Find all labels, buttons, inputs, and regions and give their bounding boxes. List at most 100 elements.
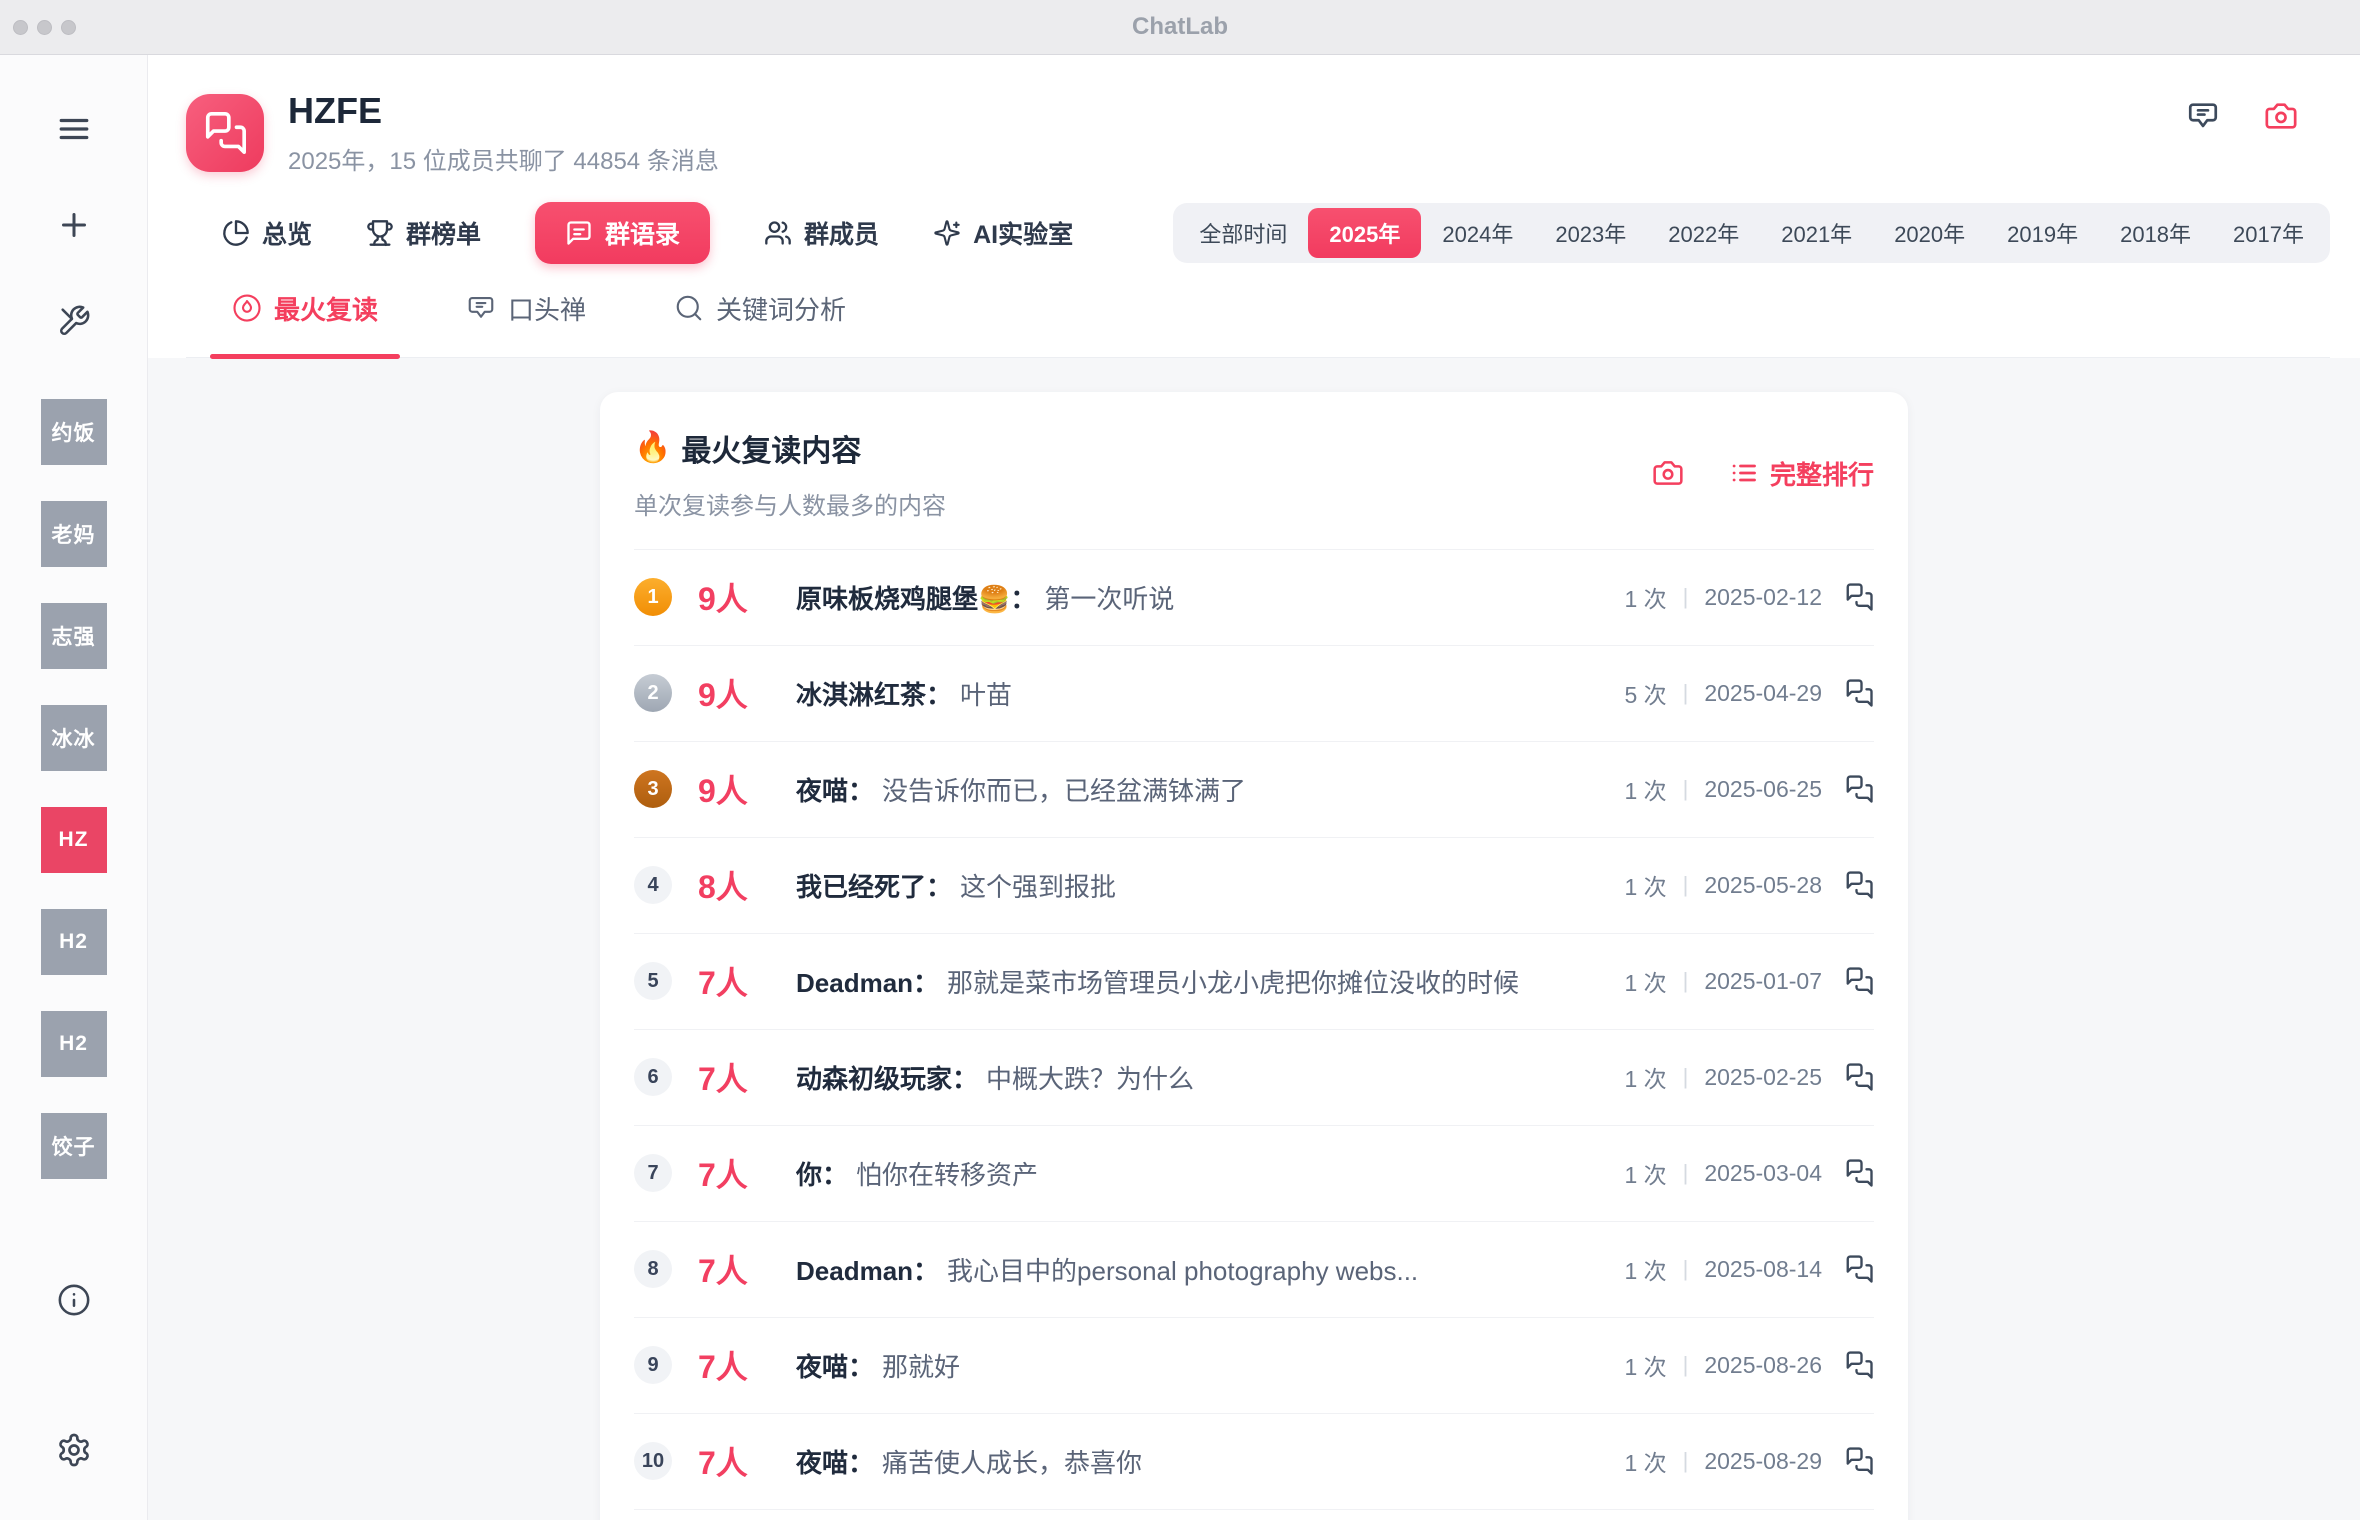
repeat-count: 5 次 [1624,676,1666,710]
year-filter-item[interactable]: 全部时间 [1178,208,1308,258]
card-title: 最火复读内容 [681,426,861,470]
sidebar-chat-avatar[interactable]: 饺子 [41,1113,107,1179]
view-context-button[interactable] [1844,1350,1874,1380]
message-text: 没告诉你而已，已经盆满钵满了 [882,776,1246,806]
ranking-row[interactable]: 6 7人 动森初级玩家：中概大跌？为什么 1 次 | 2025-02-25 [634,1030,1874,1126]
sidebar-chat-avatar[interactable]: HZ [41,807,107,873]
chat-bubbles-icon [1844,774,1874,804]
repeat-date: 2025-05-28 [1704,872,1822,899]
year-filter-item[interactable]: 2023年 [1534,208,1647,258]
speaker-name: 夜喵： [796,1352,874,1382]
sidebar-chat-avatar[interactable]: 冰冰 [41,705,107,771]
chat-bubbles-icon [1844,1446,1874,1476]
ranking-row[interactable]: 4 8人 我已经死了：这个强到报批 1 次 | 2025-05-28 [634,838,1874,934]
tab-quotes[interactable]: 群语录 [535,202,710,264]
subtab-keyword-analysis[interactable]: 关键词分析 [652,290,868,357]
sidebar-chat-avatar[interactable]: 志强 [41,603,107,669]
speaker-name: 我已经死了： [796,872,952,902]
ranking-row[interactable]: 7 7人 你：怕你在转移资产 1 次 | 2025-03-04 [634,1126,1874,1222]
view-context-button[interactable] [1844,774,1874,804]
row-meta: 1 次 | 2025-02-12 [1624,580,1874,614]
full-ranking-link[interactable]: 完整排行 [1730,455,1874,492]
avatar-label: 老妈 [52,519,96,549]
group-name: HZFE [288,91,719,131]
view-context-button[interactable] [1844,1158,1874,1188]
feedback-button[interactable] [2186,99,2220,133]
year-filter-item[interactable]: 2018年 [2099,208,2212,258]
year-filter-item[interactable]: 2021年 [1760,208,1873,258]
quote-subtabs: 最火复读 口头禅 关键词分析 [186,290,2330,358]
rank-badge: 7 [634,1154,672,1192]
quote-bubble-icon [565,219,593,247]
rank-badge: 10 [634,1442,672,1480]
people-count: 7人 [698,1438,774,1484]
quote-text: 原味板烧鸡腿堡🍔：第一次听说 [796,579,1600,616]
speaker-name: 冰淇淋红茶： [796,680,952,710]
ranking-row[interactable]: 2 9人 冰淇淋红茶：叶苗 5 次 | 2025-04-29 [634,646,1874,742]
card-screenshot-button[interactable] [1652,457,1684,489]
ranking-row[interactable]: 1 9人 原味板烧鸡腿堡🍔：第一次听说 1 次 | 2025-02-12 [634,550,1874,646]
chat-bubbles-icon [1844,678,1874,708]
tab-members[interactable]: 群成员 [764,202,879,264]
meta-divider: | [1683,872,1689,898]
year-filter-item[interactable]: 2019年 [1986,208,2099,258]
year-filter-item[interactable]: 2020年 [1873,208,1986,258]
zoom-window-button[interactable] [61,20,76,35]
year-label: 2018年 [2120,217,2191,249]
subtab-label: 最火复读 [274,290,378,327]
rank-badge: 8 [634,1250,672,1288]
quote-text: Deadman：我心目中的personal photography webs..… [796,1251,1600,1288]
tools-button[interactable] [46,297,102,345]
ranking-row[interactable]: 8 7人 Deadman：我心目中的personal photography w… [634,1222,1874,1318]
subtab-catchphrases[interactable]: 口头禅 [444,290,608,357]
settings-button[interactable] [46,1426,102,1474]
menu-button[interactable] [46,105,102,153]
hot-flame-icon [232,293,262,323]
meta-divider: | [1683,584,1689,610]
message-text: 怕你在转移资产 [856,1160,1038,1190]
screenshot-button[interactable] [2264,99,2298,133]
speaker-name: 原味板烧鸡腿堡🍔： [796,584,1036,614]
ranking-row[interactable]: 5 7人 Deadman：那就是菜市场管理员小龙小虎把你摊位没收的时候 1 次 … [634,934,1874,1030]
chat-bubbles-icon [1844,1158,1874,1188]
people-count: 7人 [698,1150,774,1196]
tab-ai-lab[interactable]: AI实验室 [933,202,1073,264]
year-filter-item[interactable]: 2022年 [1647,208,1760,258]
sidebar-chat-avatar[interactable]: H2 [41,909,107,975]
repeat-count: 1 次 [1624,1444,1666,1478]
view-context-button[interactable] [1844,966,1874,996]
sidebar-chat-avatar[interactable]: 约饭 [41,399,107,465]
quote-text: 我已经死了：这个强到报批 [796,867,1600,904]
close-window-button[interactable] [13,20,28,35]
view-context-button[interactable] [1844,1062,1874,1092]
sidebar-chat-avatar[interactable]: 老妈 [41,501,107,567]
about-button[interactable] [46,1276,102,1324]
row-meta: 1 次 | 2025-08-26 [1624,1348,1874,1382]
year-filter-item[interactable]: 2024年 [1421,208,1534,258]
ranking-row[interactable]: 10 7人 夜喵：痛苦使人成长，恭喜你 1 次 | 2025-08-29 [634,1414,1874,1510]
sidebar-chat-avatar[interactable]: H2 [41,1011,107,1077]
view-context-button[interactable] [1844,678,1874,708]
view-context-button[interactable] [1844,1254,1874,1284]
view-context-button[interactable] [1844,870,1874,900]
subtab-hot-repeats[interactable]: 最火复读 [210,290,400,357]
quote-text: 冰淇淋红茶：叶苗 [796,675,1600,712]
meta-divider: | [1683,968,1689,994]
rank-badge: 2 [634,674,672,712]
view-context-button[interactable] [1844,1446,1874,1476]
sparkles-icon [933,219,961,247]
meta-divider: | [1683,1448,1689,1474]
add-chat-button[interactable] [46,201,102,249]
view-context-button[interactable] [1844,582,1874,612]
meta-divider: | [1683,1352,1689,1378]
ranking-row[interactable]: 3 9人 夜喵：没告诉你而已，已经盆满钵满了 1 次 | 2025-06-25 [634,742,1874,838]
minimize-window-button[interactable] [37,20,52,35]
row-meta: 1 次 | 2025-08-14 [1624,1252,1874,1286]
repeat-count: 1 次 [1624,772,1666,806]
ranking-row[interactable]: 9 7人 夜喵：那就好 1 次 | 2025-08-26 [634,1318,1874,1414]
tab-rankings[interactable]: 群榜单 [366,202,481,264]
main-tabs: 总览 群榜单 群语录 群成员 [222,202,1073,264]
year-filter-item[interactable]: 2017年 [2212,208,2325,258]
tab-overview[interactable]: 总览 [222,202,312,264]
year-filter-item[interactable]: 2025年 [1308,208,1421,258]
